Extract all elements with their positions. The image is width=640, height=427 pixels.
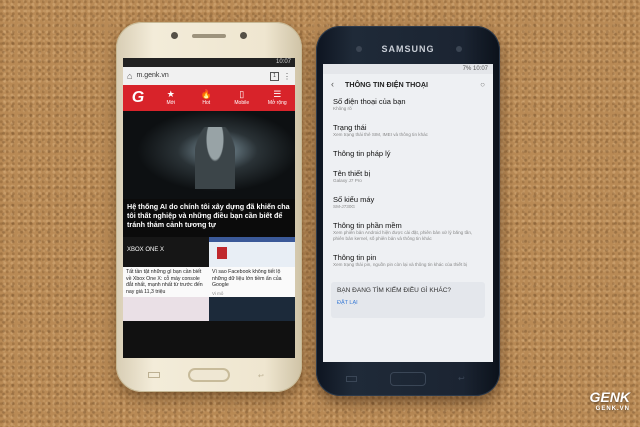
setting-item-software-info[interactable]: Thông tin phần mềm Xem phiên bản Android…: [333, 218, 483, 250]
back-key-icon[interactable]: ↩: [458, 374, 465, 383]
article-headline-box[interactable]: Hệ thống AI do chính tôi xây dựng đã khi…: [123, 199, 295, 237]
suggestion-card: BẠN ĐANG TÌM KIẾM ĐIỀU GÌ KHÁC? ĐẶT LẠI: [331, 282, 485, 318]
back-arrow-icon[interactable]: ‹: [331, 79, 345, 89]
article-card[interactable]: Vì sao Facebook không tiết lộ những dữ l…: [209, 237, 295, 297]
setting-item-model-number[interactable]: Số kiểu máy SM-J730G: [333, 192, 483, 218]
article-headline[interactable]: Hệ thống AI do chính tôi xây dựng đã khi…: [127, 202, 291, 229]
mobile-icon: ▯: [239, 89, 245, 99]
tab-count-button[interactable]: 1: [270, 71, 279, 81]
status-bar: 10:07: [123, 58, 295, 67]
home-button[interactable]: [188, 368, 230, 382]
home-icon[interactable]: ⌂: [127, 71, 132, 81]
genk-watermark: GENK GENK.VN: [589, 389, 630, 412]
reset-link[interactable]: ĐẶT LẠI: [337, 300, 479, 306]
sensor: [456, 46, 462, 52]
browser-url-bar[interactable]: ⌂ m.genk.vn 1 ⋮: [123, 67, 295, 85]
back-key-icon[interactable]: ↩: [258, 372, 264, 380]
suggestion-title: BẠN ĐANG TÌM KIẾM ĐIỀU GÌ KHÁC?: [337, 287, 452, 294]
facebook-screenshot-image: [209, 237, 295, 267]
front-camera: [356, 46, 362, 52]
right-phone-screen: 7% 10:07 ‹ THÔNG TIN ĐIỆN THOẠI ○ Số điệ…: [323, 64, 493, 362]
site-navbar: G ★ Mới 🔥 Hot ▯ Mobile ☰ Mở rộng: [123, 85, 295, 111]
samsung-logo: SAMSUNG: [381, 44, 435, 54]
right-phone: SAMSUNG 7% 10:07 ‹ THÔNG TIN ĐIỆN THOẠI …: [316, 26, 500, 396]
more-menu-icon[interactable]: ⋮: [283, 72, 291, 81]
status-bar: 7% 10:07: [323, 64, 493, 74]
thumbnail-image[interactable]: [209, 297, 295, 321]
star-icon: ★: [166, 89, 175, 99]
left-phone: 10:07 ⌂ m.genk.vn 1 ⋮ G ★ Mới 🔥 Hot ▯ Mo…: [116, 22, 302, 392]
nav-item-hot[interactable]: 🔥 Hot: [189, 89, 225, 107]
article-cards: XBOX ONE X Tất tần tật những gì bạn cần …: [123, 237, 295, 302]
genk-logo[interactable]: G: [123, 89, 153, 107]
card-text: Tất tần tật những gì bạn cần biết về Xbo…: [126, 269, 203, 295]
card-meta: Vi mô: [212, 290, 224, 296]
article-card[interactable]: XBOX ONE X Tất tần tật những gì bạn cần …: [123, 237, 209, 302]
card-text: Vì sao Facebook không tiết lộ những dữ l…: [212, 269, 282, 288]
recent-apps-key[interactable]: [346, 376, 357, 382]
more-thumbnails: [123, 297, 295, 321]
logo-image: [217, 247, 227, 259]
url-field[interactable]: m.genk.vn: [136, 70, 266, 82]
left-phone-screen: 10:07 ⌂ m.genk.vn 1 ⋮ G ★ Mới 🔥 Hot ▯ Mo…: [123, 58, 295, 358]
recent-apps-key[interactable]: [148, 372, 160, 378]
fire-icon: 🔥: [200, 89, 212, 99]
xbox-image: XBOX ONE X: [123, 237, 209, 267]
front-camera: [171, 32, 178, 39]
hero-person: [195, 127, 235, 189]
article-hero-image[interactable]: [123, 111, 295, 199]
sensor: [240, 32, 247, 39]
facebook-header-bar: [209, 237, 295, 242]
setting-item-status[interactable]: Trạng thái Xem trạng thái thẻ SIM, IMEI …: [333, 120, 483, 146]
nav-item-new[interactable]: ★ Mới: [153, 89, 189, 107]
battery-level: 7%: [462, 66, 472, 72]
setting-item-legal[interactable]: Thông tin pháp lý: [333, 146, 483, 166]
home-button[interactable]: [390, 372, 426, 386]
setting-item-battery-info[interactable]: Thông tin pin Xem trạng thái pin, nguồn …: [333, 250, 483, 276]
settings-list: Số điện thoại của bạn Không rõ Trạng thá…: [323, 94, 493, 276]
setting-item-phone-number[interactable]: Số điện thoại của bạn Không rõ: [333, 94, 483, 120]
nav-item-more[interactable]: ☰ Mở rộng: [260, 89, 296, 107]
nav-item-mobile[interactable]: ▯ Mobile: [224, 89, 260, 107]
thumbnail-image[interactable]: [123, 297, 209, 321]
hamburger-icon: ☰: [273, 89, 282, 99]
search-icon[interactable]: ○: [480, 80, 485, 89]
page-title: THÔNG TIN ĐIỆN THOẠI: [345, 79, 429, 89]
settings-app-bar: ‹ THÔNG TIN ĐIỆN THOẠI ○: [323, 74, 493, 94]
status-time: 10:07: [472, 66, 488, 72]
setting-item-device-name[interactable]: Tên thiết bị Galaxy J7 Pro: [333, 166, 483, 192]
earpiece-speaker: [192, 34, 226, 38]
